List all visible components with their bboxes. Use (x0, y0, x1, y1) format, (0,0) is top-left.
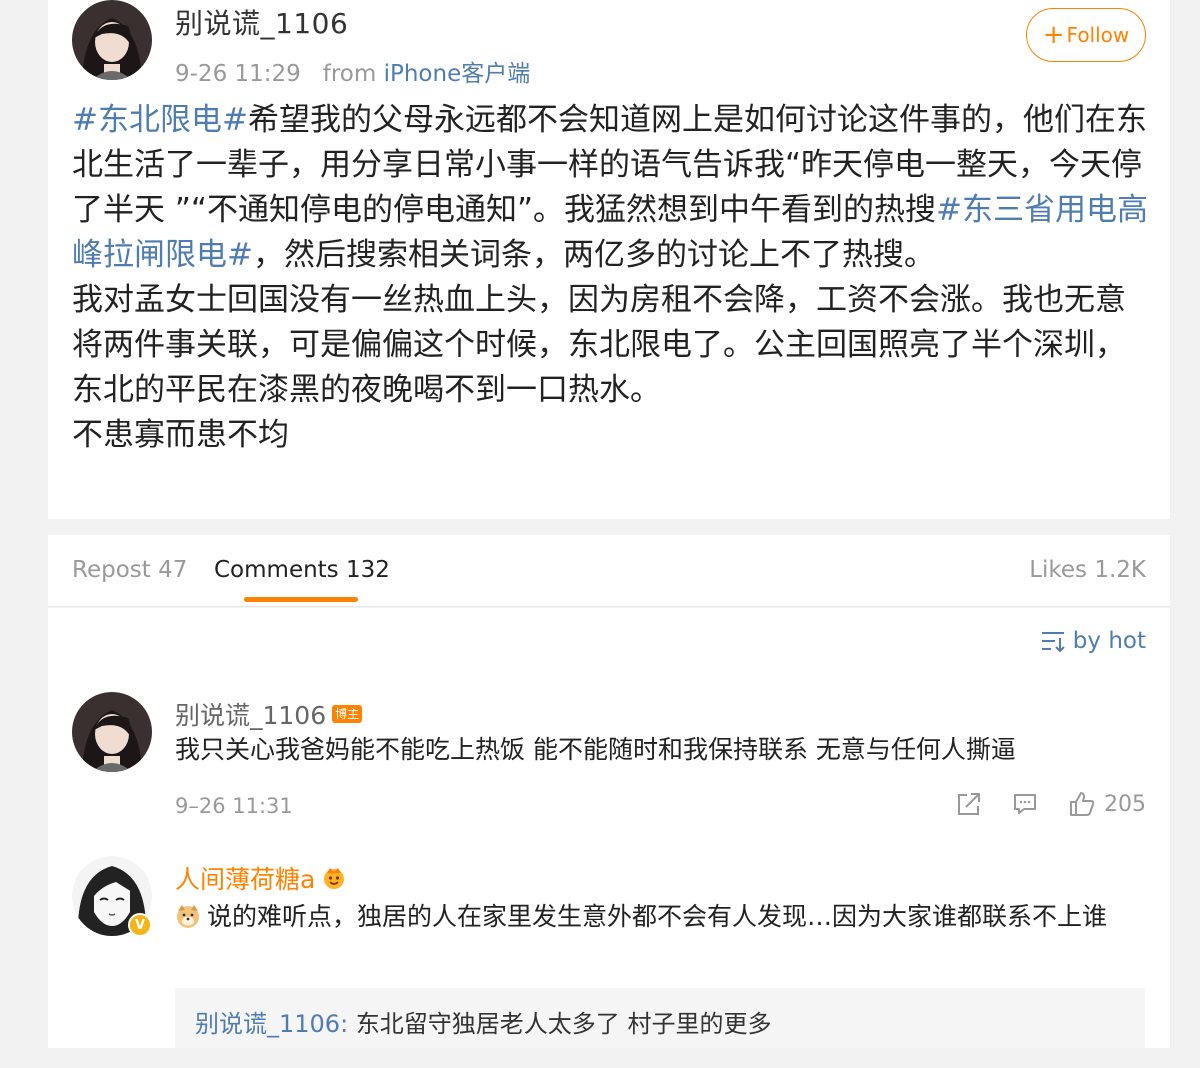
reply-text: 东北留守独居老人太多了 村子里的更多 (355, 1010, 772, 1038)
like-button[interactable]: 205 (1068, 790, 1146, 818)
plus-icon: + (1042, 20, 1065, 50)
follow-button[interactable]: + Follow (1026, 8, 1146, 62)
comment-author: 人间薄荷糖a (175, 860, 347, 896)
thumbs-up-icon (1070, 792, 1095, 816)
post-body: #东北限电#希望我的父母永远都不会知道网上是如何讨论这件事的，他们在东北生活了一… (72, 98, 1152, 458)
hashtag-link[interactable]: #东北限电# (72, 102, 248, 138)
reply-author-name[interactable]: 别说谎_1106: (195, 1010, 348, 1038)
comment-text: 我只关心我爸妈能不能吃上热饭 能不能随时和我保持联系 无意与任何人撕逼 (175, 735, 1016, 764)
verified-badge-icon: V (128, 913, 152, 937)
post-tabs: Repost 47 Comments 132 Likes 1.2K (48, 535, 1170, 607)
post-source[interactable]: iPhone客户端 (384, 61, 531, 87)
post-text: ，然后搜索相关词条，两亿多的讨论上不了热搜。 (252, 237, 935, 273)
sort-icon (1041, 632, 1065, 652)
tab-likes[interactable]: Likes 1.2K (1029, 557, 1146, 583)
doge-emoji-icon (177, 905, 199, 928)
comment-author: 别说谎_1106 博主 (175, 696, 363, 732)
active-tab-indicator (244, 597, 358, 602)
post-paragraph-1: #东北限电#希望我的父母永远都不会知道网上是如何讨论这件事的，他们在东北生活了一… (72, 98, 1152, 278)
share-button[interactable] (956, 791, 982, 817)
reply-button[interactable] (1012, 791, 1038, 817)
tab-repost[interactable]: Repost 47 (72, 557, 187, 583)
comment-author-name[interactable]: 人间薄荷糖a (175, 860, 315, 896)
share-icon (958, 793, 980, 815)
commenter-avatar[interactable] (72, 692, 152, 772)
post-time: 9-26 11:29 (175, 61, 301, 87)
post-author-name[interactable]: 别说谎_1106 (175, 2, 348, 42)
follow-label: Follow (1066, 23, 1130, 47)
post-from-label: from (322, 61, 377, 87)
comments-section: by hot 别说谎_1106 博主 我只关心我爸妈能不能吃上热饭 能不能随时和… (48, 608, 1170, 1068)
author-badge: 博主 (332, 705, 363, 723)
member-crown-icon (324, 868, 345, 889)
author-avatar[interactable] (72, 0, 152, 80)
post-card: 别说谎_1106 9-26 11:29 from iPhone客户端 + Fol… (48, 0, 1170, 519)
comment-text-content: 说的难听点，独居的人在家里发生意外都不会有人发现…因为大家谁都联系不上谁 (207, 902, 1108, 931)
bottom-divider (0, 1048, 1200, 1068)
sort-by-hot-button[interactable]: by hot (1041, 628, 1146, 654)
sort-label: by hot (1072, 628, 1146, 654)
comment-actions: 205 (956, 790, 1146, 818)
post-meta: 9-26 11:29 from iPhone客户端 (175, 54, 530, 88)
comment-icon (1014, 794, 1036, 814)
tab-comments[interactable]: Comments 132 (214, 557, 390, 583)
comment-text: 说的难听点，独居的人在家里发生意外都不会有人发现…因为大家谁都联系不上谁 (175, 897, 1150, 937)
comment-author-name[interactable]: 别说谎_1106 (175, 696, 326, 732)
like-count: 205 (1104, 791, 1146, 817)
post-paragraph-3: 不患寡而患不均 (72, 417, 289, 453)
post-paragraph-2: 我对孟女士回国没有一丝热血上头，因为房租不会降，工资不会涨。我也无意将两件事关联… (72, 282, 1126, 408)
comment-time: 9–26 11:31 (175, 794, 293, 818)
